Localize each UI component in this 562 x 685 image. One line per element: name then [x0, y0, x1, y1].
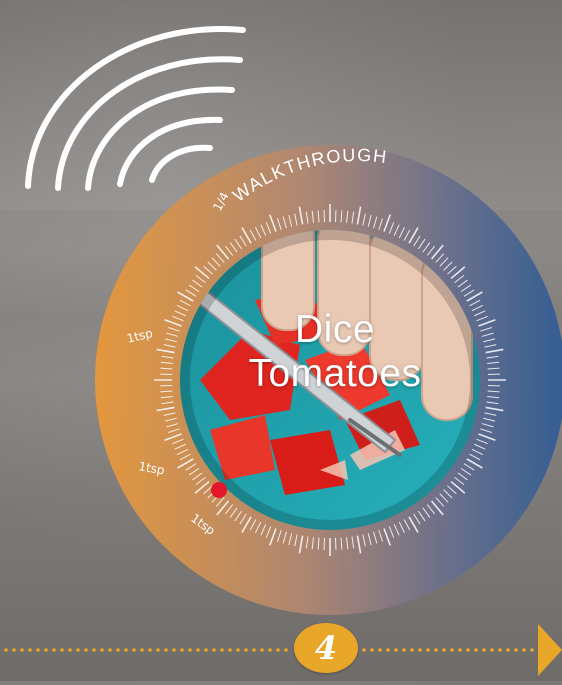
timeline-dot [474, 648, 478, 652]
timeline-dot [220, 648, 224, 652]
timeline-dot [482, 648, 486, 652]
timeline-dot [252, 648, 256, 652]
timeline-dot [108, 648, 112, 652]
timeline-dot [284, 648, 288, 652]
timeline-dot [100, 648, 104, 652]
progress-marker [211, 482, 227, 498]
step-title: Dice Tomatoes [210, 308, 460, 396]
timeline-dot [124, 648, 128, 652]
timeline-dot [132, 648, 136, 652]
timeline-dot [362, 648, 366, 652]
timeline-dot [490, 648, 494, 652]
timeline-dots-left [4, 648, 288, 652]
timeline-dot [434, 648, 438, 652]
timeline-dot [466, 648, 470, 652]
timeline-dot [76, 648, 80, 652]
timeline-dot [212, 648, 216, 652]
timeline-dot [140, 648, 144, 652]
timeline-dot [52, 648, 56, 652]
timeline-dot [4, 648, 8, 652]
timeline-dot [156, 648, 160, 652]
timeline-dot [458, 648, 462, 652]
timeline-dot [188, 648, 192, 652]
timeline-dot [386, 648, 390, 652]
step-title-line-1: Dice [210, 308, 460, 352]
timeline-dot [370, 648, 374, 652]
timeline-dot [180, 648, 184, 652]
timeline-dot [28, 648, 32, 652]
timeline-dot [506, 648, 510, 652]
timeline-dot [378, 648, 382, 652]
timeline-dot [68, 648, 72, 652]
timeline-dot [402, 648, 406, 652]
timeline-dot [418, 648, 422, 652]
timeline-dot [244, 648, 248, 652]
next-arrow-icon[interactable] [538, 624, 562, 676]
step-title-line-2: Tomatoes [210, 352, 460, 396]
timeline-dot [148, 648, 152, 652]
timeline-dots-right [362, 648, 534, 652]
timeline-dot [196, 648, 200, 652]
step-number: 4 [315, 632, 337, 664]
timeline-dot [92, 648, 96, 652]
timeline-dot [12, 648, 16, 652]
timeline-dot [410, 648, 414, 652]
timeline-dot [394, 648, 398, 652]
timeline-dot [514, 648, 518, 652]
timeline-dot [164, 648, 168, 652]
timeline-dot [60, 648, 64, 652]
timeline-dot [276, 648, 280, 652]
timeline-dot [84, 648, 88, 652]
timeline-dot [36, 648, 40, 652]
step-timeline [0, 600, 562, 681]
timeline-dot [426, 648, 430, 652]
timeline-dot [442, 648, 446, 652]
timeline-dot [530, 648, 534, 652]
timeline-dot [204, 648, 208, 652]
timeline-dot [172, 648, 176, 652]
timeline-dot [260, 648, 264, 652]
step-number-badge[interactable]: 4 [294, 623, 358, 673]
timeline-dot [228, 648, 232, 652]
timeline-dot [268, 648, 272, 652]
timeline-dot [44, 648, 48, 652]
timeline-dot [116, 648, 120, 652]
timeline-dot [20, 648, 24, 652]
timeline-dot [236, 648, 240, 652]
timeline-dot [522, 648, 526, 652]
timeline-dot [450, 648, 454, 652]
timeline-dot [498, 648, 502, 652]
